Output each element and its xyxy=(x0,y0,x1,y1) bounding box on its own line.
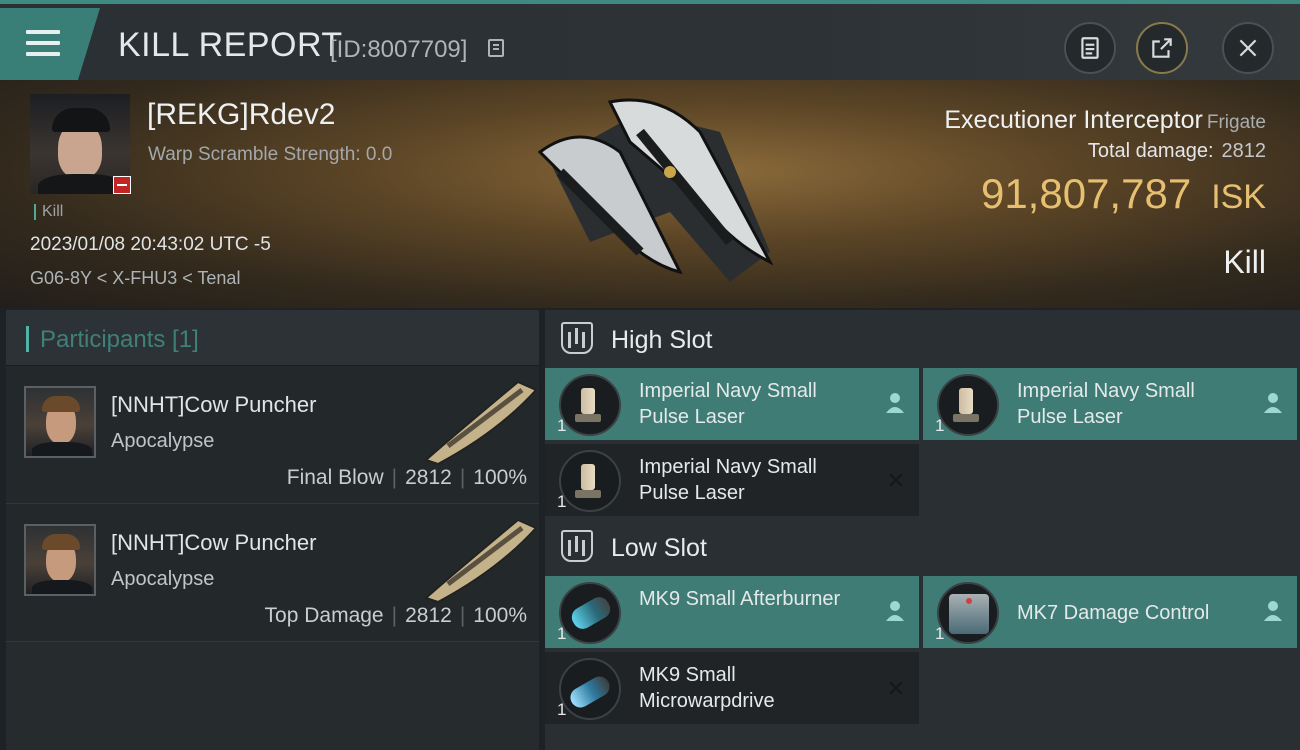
participants-title: Participants [1] xyxy=(40,326,199,353)
high-slot-icon xyxy=(561,322,593,354)
standing-badge xyxy=(113,176,131,194)
module-name: MK7 Damage Control xyxy=(1017,602,1210,624)
fitted-person-icon xyxy=(886,393,904,413)
low-slot-icon xyxy=(561,530,593,562)
participant-row[interactable]: [NNHT]Cow Puncher Apocalypse Final Blow |… xyxy=(6,366,539,504)
isk-value: 91,807,787 ISK xyxy=(980,170,1266,217)
module-slot[interactable]: 1 Imperial Navy Small Pulse Laser xyxy=(923,368,1297,440)
module-name: MK9 Small Microwarpdrive xyxy=(639,664,775,712)
participant-name: [NNHT]Cow Puncher xyxy=(111,392,317,417)
high-slot-label: High Slot xyxy=(611,326,713,354)
participant-avatar[interactable] xyxy=(24,524,96,596)
report-id: [ID:8007709] xyxy=(330,36,468,63)
participant-row[interactable]: [NNHT]Cow Puncher Apocalypse Top Damage |… xyxy=(6,504,539,642)
module-qty: 1 xyxy=(557,624,567,643)
page-title: KILL REPORT xyxy=(118,26,343,64)
kill-date: 2023/01/08 20:43:02 UTC -5 xyxy=(30,234,271,255)
participants-header: Participants [1] xyxy=(6,310,539,366)
module-name: Imperial Navy Small Pulse Laser xyxy=(1017,380,1195,428)
clipboard-icon xyxy=(1081,37,1099,59)
microwarpdrive-icon xyxy=(559,658,621,720)
module-slot[interactable]: 1 MK9 Small Microwarpdrive ✕ xyxy=(545,652,919,724)
low-slot-label: Low Slot xyxy=(611,534,707,562)
module-name: Imperial Navy Small Pulse Laser xyxy=(639,380,817,428)
participant-stats: Final Blow | 2812 | 100% xyxy=(286,466,527,489)
module-slot[interactable]: 1 MK9 Small Afterburner xyxy=(545,576,919,648)
victim-ship-image[interactable] xyxy=(520,92,780,292)
hamburger-icon xyxy=(26,30,60,63)
module-qty: 1 xyxy=(557,416,567,435)
participant-name: [NNHT]Cow Puncher xyxy=(111,530,317,555)
fitted-person-icon xyxy=(1264,601,1282,621)
outcome-label: Kill xyxy=(1223,244,1266,280)
module-name: MK9 Small Afterburner xyxy=(639,588,841,610)
top-bar: KILL REPORT [ID:8007709] xyxy=(0,0,1300,80)
module-qty: 1 xyxy=(935,416,945,435)
participant-ship-image xyxy=(424,380,538,466)
module-qty: 1 xyxy=(557,700,567,719)
close-button[interactable] xyxy=(1222,22,1274,74)
copy-icon[interactable] xyxy=(488,39,504,57)
share-icon xyxy=(1152,38,1172,58)
participant-ship: Apocalypse xyxy=(111,430,215,452)
fitting-panel: High Slot 1 Imperial Navy Small Pulse La… xyxy=(545,310,1300,750)
kill-tag: Kill xyxy=(34,204,63,220)
pulse-laser-icon xyxy=(559,450,621,512)
participant-stats: Top Damage | 2812 | 100% xyxy=(264,604,527,627)
low-slot-header: Low Slot xyxy=(545,518,1300,576)
victim-name[interactable]: [REKG]Rdev2 xyxy=(147,98,335,132)
fitted-person-icon xyxy=(886,601,904,621)
close-icon xyxy=(1239,39,1257,57)
menu-button[interactable] xyxy=(0,8,100,80)
module-name: Imperial Navy Small Pulse Laser xyxy=(639,456,817,504)
participant-avatar[interactable] xyxy=(24,386,96,458)
participants-panel: Participants [1] [NNHT]Cow Puncher Apoca… xyxy=(6,310,539,750)
fitted-person-icon xyxy=(1264,393,1282,413)
share-button[interactable] xyxy=(1136,22,1188,74)
victim-banner: [REKG]Rdev2 Warp Scramble Strength: 0.0 … xyxy=(0,80,1300,308)
module-slot[interactable]: 1 MK7 Damage Control xyxy=(923,576,1297,648)
kill-location[interactable]: G06-8Y < X-FHU3 < Tenal xyxy=(30,268,240,289)
participant-ship: Apocalypse xyxy=(111,568,215,590)
damage-control-icon xyxy=(937,582,999,644)
module-slot[interactable]: 1 Imperial Navy Small Pulse Laser ✕ xyxy=(545,444,919,516)
module-qty: 1 xyxy=(557,492,567,511)
afterburner-icon xyxy=(559,582,621,644)
pulse-laser-icon xyxy=(937,374,999,436)
total-damage: Total damage: 2812 xyxy=(1087,140,1266,162)
clipboard-button[interactable] xyxy=(1064,22,1116,74)
destroyed-x-icon: ✕ xyxy=(886,676,905,701)
victim-ship-name[interactable]: Executioner Interceptor Frigate xyxy=(944,106,1266,135)
module-qty: 1 xyxy=(935,624,945,643)
pulse-laser-icon xyxy=(559,374,621,436)
warp-scramble-strength: Warp Scramble Strength: 0.0 xyxy=(148,144,393,165)
high-slot-header: High Slot xyxy=(545,310,1300,368)
participant-ship-image xyxy=(424,518,538,604)
destroyed-x-icon: ✕ xyxy=(886,468,905,493)
module-slot[interactable]: 1 Imperial Navy Small Pulse Laser xyxy=(545,368,919,440)
